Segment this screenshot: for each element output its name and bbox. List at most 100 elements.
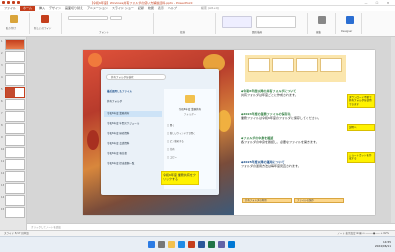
table-cell: ファイルの保存: [294, 198, 344, 203]
slide-thumbnails-panel[interactable]: 1 2 3 4 5 6 7 8 9 10 11 12 13 14 15: [0, 37, 27, 237]
edge-icon[interactable]: [178, 241, 185, 248]
slide-thumbnail[interactable]: [5, 147, 25, 158]
slides-group: 新しいスライド: [32, 13, 62, 34]
slide-thumbnail[interactable]: [5, 123, 25, 134]
slide-thumbnail[interactable]: [5, 183, 25, 194]
illustration-icon: [296, 58, 318, 72]
notes-pane[interactable]: クリックしてノートを追加: [27, 223, 395, 230]
start-icon[interactable]: [148, 241, 155, 248]
explorer-nav-item[interactable]: 共有フォルダ: [104, 99, 162, 105]
explorer-nav-item[interactable]: 令和6年度 年間スケジュール: [104, 121, 162, 127]
powerpoint-icon[interactable]: [188, 241, 195, 248]
drawing-label: 図形描画: [252, 31, 263, 34]
explorer-nav-item-selected[interactable]: 令和6年度 業務共有: [104, 111, 162, 117]
explorer-nav-item[interactable]: 令和6年度 報告書: [104, 151, 162, 157]
folder-icon: [185, 95, 195, 103]
slide-thumbnail[interactable]: [5, 195, 25, 206]
designer-label: Designer: [341, 30, 353, 33]
leaf-icon: [217, 110, 231, 132]
editing-group: 編集: [310, 13, 336, 34]
bullet-block: ◆2024年度の業務ファイルの保存先 業務ファイルは令和6年度のフォルダに保存し…: [241, 112, 343, 120]
font-size-dropdown[interactable]: [110, 16, 122, 20]
slide-thumbnail[interactable]: [5, 207, 25, 218]
redo-icon[interactable]: [17, 1, 20, 4]
thumb-number: 3: [1, 64, 3, 67]
autumn-leaves-photo: 共有フォルダを検索 最近使用したファイル 共有フォルダ 令和6年度 業務共有 令…: [83, 50, 234, 215]
leaf-icon: [87, 130, 99, 150]
thumb-number: 7: [1, 112, 3, 115]
slide-thumbnail[interactable]: [5, 159, 25, 170]
teams-icon[interactable]: [218, 241, 225, 248]
explorer-nav-item[interactable]: 令和6年度 研修資料: [104, 131, 162, 137]
drawing-group: 図形描画: [218, 13, 308, 34]
new-slide-icon[interactable]: [41, 15, 49, 23]
thumb-number: 12: [1, 172, 5, 175]
leaf-icon: [88, 53, 102, 67]
explorer-search-input[interactable]: 共有フォルダを検索: [106, 74, 166, 80]
thumb-number: 4: [1, 76, 3, 79]
thumb-number: 10: [1, 148, 5, 151]
illustration-icon: [320, 58, 342, 72]
slide-thumbnail[interactable]: [5, 135, 25, 146]
file-explorer-icon[interactable]: [168, 241, 175, 248]
context-action[interactable]: □ ピン留めする: [167, 139, 213, 143]
context-action[interactable]: □ 共有: [167, 147, 213, 151]
save-icon[interactable]: [7, 1, 10, 4]
find-icon[interactable]: [318, 16, 326, 24]
slide-thumbnail[interactable]: [5, 99, 25, 110]
paste-label: 貼り付け: [6, 27, 17, 30]
thumb-number: 9: [1, 136, 3, 139]
ribbon: 貼り付け 新しいスライド フォント 段落 図形描画 編集 Designer: [0, 11, 395, 37]
slide-thumbnail[interactable]: [5, 39, 25, 50]
font-name-dropdown[interactable]: [68, 16, 108, 20]
quick-styles[interactable]: [256, 16, 296, 28]
illustration-icon: [272, 58, 294, 72]
bottom-table: 共有フォルダの利用 ファイルの保存: [242, 198, 346, 210]
paste-icon[interactable]: [10, 15, 18, 23]
close-button[interactable]: ✕: [384, 1, 392, 5]
excel-icon[interactable]: [208, 241, 215, 248]
windows-taskbar: 14:55 2024/06/11: [0, 236, 395, 252]
context-action[interactable]: □ 開く: [167, 123, 213, 127]
search-icon[interactable]: [158, 241, 165, 248]
explorer-nav-item[interactable]: 令和6年度 提出書類一覧: [104, 161, 162, 167]
slide-thumbnail-selected[interactable]: [5, 87, 25, 98]
vertical-scrollbar[interactable]: [391, 37, 395, 223]
designer-icon[interactable]: [346, 16, 354, 24]
slide-canvas: 共有フォルダを検索 最近使用したファイル 共有フォルダ 令和6年度 業務共有 令…: [27, 37, 395, 237]
thumb-number: 14: [1, 196, 5, 199]
paragraph-group: 段落: [156, 13, 216, 34]
paragraph-label: 段落: [180, 31, 186, 34]
autosave-icon[interactable]: [2, 1, 5, 4]
explorer-nav-item[interactable]: 令和6年度 会議資料: [104, 141, 162, 147]
context-action[interactable]: □ 新しいウィンドウで開く: [167, 131, 213, 135]
slide-thumbnail[interactable]: [5, 51, 25, 62]
shapes-gallery[interactable]: [222, 16, 252, 28]
new-slide-label: 新しいスライド: [34, 27, 52, 30]
designer-group: Designer: [338, 13, 362, 34]
context-action[interactable]: □ コピー: [167, 155, 213, 159]
explorer-nav-item[interactable]: 最近使用したファイル: [104, 89, 162, 95]
illustration-strip: [245, 55, 346, 82]
slide-thumbnail[interactable]: [5, 63, 25, 74]
illustration-icon: [248, 58, 270, 72]
minimize-button[interactable]: —: [362, 1, 370, 5]
outlook-icon[interactable]: [228, 241, 235, 248]
bullet-block: ◆令和6年度以降の共有フォルダについて 共有フォルダは年度ごとに作成されます。: [241, 89, 343, 97]
yellow-instruction-note: 令和6年度 業務共有をクリックする: [161, 171, 199, 185]
thumb-number: 11: [1, 160, 5, 163]
window-title: 【令和6年度】Windows共有フォルダの使い方解説資料.pptx - Powe…: [90, 1, 193, 5]
explorer-nav-list: 最近使用したファイル 共有フォルダ 令和6年度 業務共有 令和6年度 年間スケジ…: [104, 89, 162, 189]
slide[interactable]: 共有フォルダを検索 最近使用したファイル 共有フォルダ 令和6年度 業務共有 令…: [83, 50, 375, 215]
editing-label: 編集: [316, 31, 322, 34]
thumb-number: 15: [1, 208, 5, 211]
slide-thumbnail[interactable]: [5, 111, 25, 122]
slide-thumbnail[interactable]: [5, 171, 25, 182]
file-explorer-window[interactable]: 共有フォルダを検索 最近使用したファイル 共有フォルダ 令和6年度 業務共有 令…: [101, 69, 219, 195]
slide-thumbnail[interactable]: [5, 75, 25, 86]
undo-icon[interactable]: [12, 1, 15, 4]
quick-access-toolbar: [2, 1, 20, 5]
word-icon[interactable]: [198, 241, 205, 248]
maximize-button[interactable]: ☐: [373, 1, 381, 5]
system-clock[interactable]: 14:55 2024/06/11: [375, 240, 391, 248]
